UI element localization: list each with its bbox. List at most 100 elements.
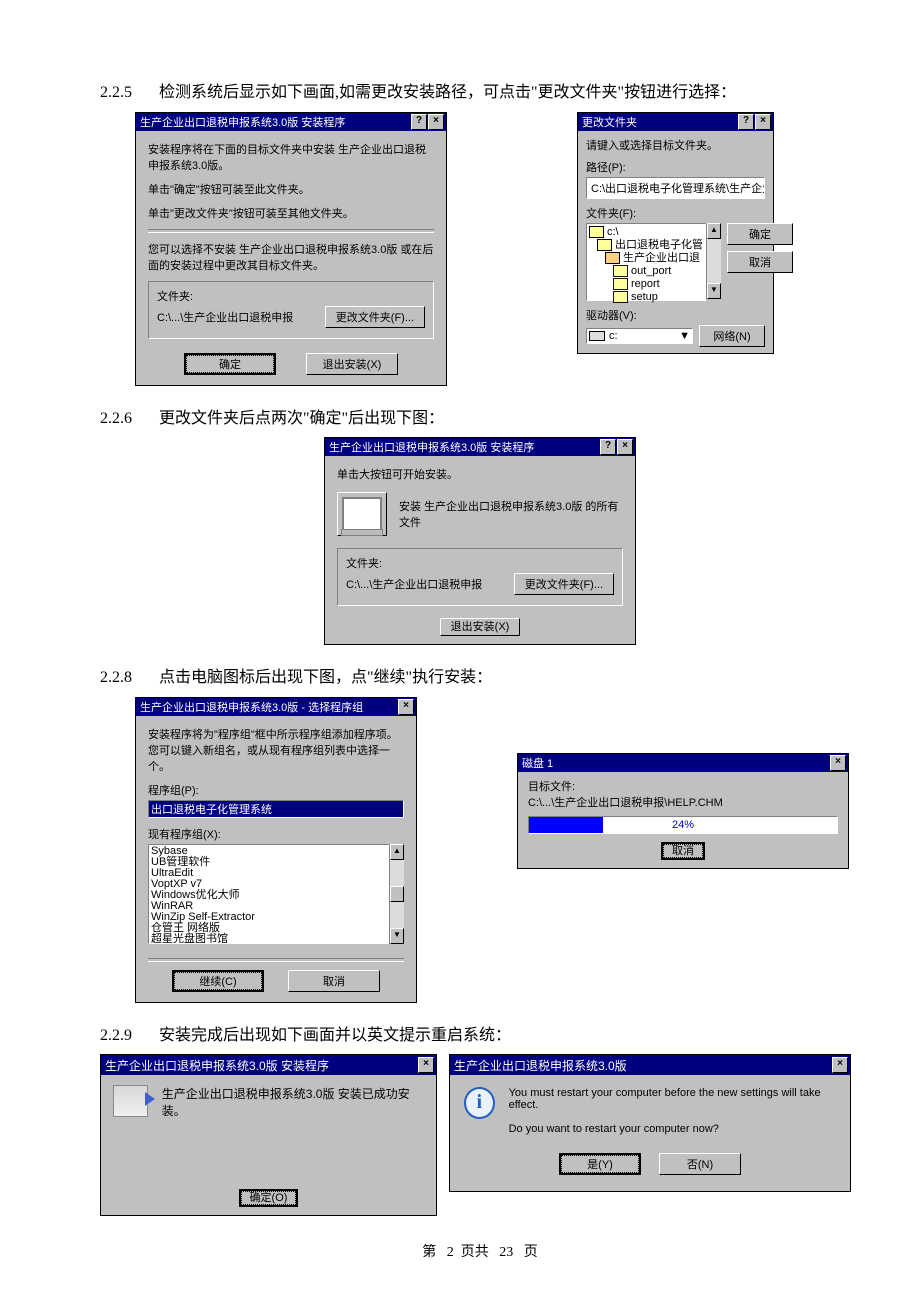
help-icon[interactable]: ?	[600, 439, 616, 455]
section-2-2-9-heading: 2.2.9 安装完成后出现如下画面并以英文提示重启系统：	[100, 1023, 860, 1049]
section-num: 2.2.9	[100, 1023, 155, 1049]
folder-closed-icon	[613, 265, 628, 277]
program-group-label: 程序组(P):	[148, 782, 404, 798]
scrollbar[interactable]: ▲ ▼	[389, 844, 404, 944]
install-target-dialog: 生产企业出口退税申报系统3.0版 安装程序 ? × 安装程序将在下面的目标文件夹…	[135, 112, 447, 386]
existing-groups-label: 现有程序组(X):	[148, 826, 404, 842]
progress-percent: 24%	[529, 817, 837, 833]
folder-open-icon	[589, 226, 604, 238]
drives-label: 驱动器(V):	[586, 307, 765, 323]
no-button[interactable]: 否(N)	[659, 1153, 741, 1175]
cancel-button[interactable]: 取消	[288, 970, 380, 992]
dialog-text: 单击"更改文件夹"按钮可装至其他文件夹。	[148, 205, 434, 221]
cancel-button[interactable]: 取消	[727, 251, 793, 273]
dialog-desc: 安装程序将为"程序组"框中所示程序组添加程序项。您可以键入新组名，或从现有程序组…	[148, 726, 404, 774]
close-icon[interactable]: ×	[617, 439, 633, 455]
section-text: 点击电脑图标后出现下图，点"继续"执行安装：	[159, 669, 492, 686]
close-icon[interactable]: ×	[418, 1057, 434, 1073]
computer-icon	[342, 497, 382, 531]
restart-prompt-dialog: 生产企业出口退税申报系统3.0版 × i You must restart yo…	[449, 1054, 851, 1192]
existing-groups-list[interactable]: Sybase UB管理软件 UltraEdit VoptXP v7 Window…	[148, 844, 389, 944]
change-folder-dialog: 更改文件夹 ? × 请键入或选择目标文件夹。 路径(P): C:\出口退税电子化…	[577, 112, 774, 354]
big-install-text: 安装 生产企业出口退税申报系统3.0版 的所有文件	[399, 498, 623, 530]
dialog-title: 生产企业出口退税申报系统3.0版 安装程序	[105, 1057, 329, 1074]
dialog-title: 生产企业出口退税申报系统3.0版 安装程序	[329, 439, 534, 455]
success-message: 生产企业出口退税申报系统3.0版 安装已成功安装。	[162, 1085, 424, 1119]
change-folder-button[interactable]: 更改文件夹(F)...	[514, 573, 614, 595]
folder-label: 文件夹:	[346, 555, 614, 571]
page-number: 2	[447, 1245, 454, 1260]
section-num: 2.2.5	[100, 80, 155, 106]
folder-path: C:\...\生产企业出口退税申报	[157, 309, 315, 325]
close-icon[interactable]: ×	[398, 699, 414, 715]
folders-label: 文件夹(F):	[586, 205, 765, 221]
restart-msg-1: You must restart your computer before th…	[509, 1087, 836, 1111]
progress-dialog: 磁盘 1 × 目标文件: C:\...\生产企业出口退税申报\HELP.CHM …	[517, 753, 849, 869]
dialog-title: 生产企业出口退税申报系统3.0版	[454, 1057, 627, 1074]
ok-button[interactable]: 确定	[184, 353, 276, 375]
help-icon[interactable]: ?	[411, 114, 427, 130]
change-folder-button[interactable]: 更改文件夹(F)...	[325, 306, 425, 328]
continue-button[interactable]: 继续(C)	[172, 970, 264, 992]
section-2-2-8-heading: 2.2.8 点击电脑图标后出现下图，点"继续"执行安装：	[100, 665, 860, 691]
program-group-dialog: 生产企业出口退税申报系统3.0版 - 选择程序组 × 安装程序将为"程序组"框中…	[135, 697, 417, 1003]
close-icon[interactable]: ×	[832, 1057, 848, 1073]
drive-icon	[589, 331, 605, 341]
dialog-hint: 单击大按钮可开始安装。	[337, 466, 623, 482]
list-item[interactable]: 超星光盘图书馆	[151, 934, 386, 944]
start-install-dialog: 生产企业出口退税申报系统3.0版 安装程序 ? × 单击大按钮可开始安装。 安装…	[324, 437, 636, 645]
path-label: 路径(P):	[586, 159, 765, 175]
path-input[interactable]: C:\出口退税电子化管理系统\生产企业	[586, 177, 765, 199]
cancel-button[interactable]: 取消	[661, 842, 705, 860]
restart-msg-2: Do you want to restart your computer now…	[509, 1123, 836, 1135]
program-group-input[interactable]: 出口退税电子化管理系统	[148, 800, 404, 818]
close-icon[interactable]: ×	[428, 114, 444, 130]
close-icon[interactable]: ×	[755, 114, 771, 130]
dialog-title: 生产企业出口退税申报系统3.0版 安装程序	[140, 114, 345, 130]
exit-install-button[interactable]: 退出安装(X)	[440, 618, 521, 636]
folder-tree[interactable]: c:\ 出口退税电子化管 生产企业出口退 out_port report set…	[586, 223, 706, 301]
network-button[interactable]: 网络(N)	[699, 325, 765, 347]
section-text: 更改文件夹后点两次"确定"后出现下图：	[159, 410, 444, 427]
scrollbar[interactable]: ▲ ▼	[706, 223, 721, 299]
setup-icon	[113, 1085, 148, 1117]
exit-install-button[interactable]: 退出安装(X)	[306, 353, 398, 375]
section-2-2-6-heading: 2.2.6 更改文件夹后点两次"确定"后出现下图：	[100, 406, 860, 432]
section-num: 2.2.6	[100, 406, 155, 432]
scroll-thumb[interactable]	[390, 886, 404, 902]
section-text: 检测系统后显示如下画面,如需更改安装路径，可点击"更改文件夹"按钮进行选择：	[159, 80, 839, 106]
scroll-down-icon[interactable]: ▼	[390, 928, 404, 944]
chevron-down-icon: ▼	[679, 330, 690, 342]
page-footer: 第 2 页共 23 页	[100, 1241, 860, 1261]
help-icon[interactable]: ?	[738, 114, 754, 130]
progress-bar: 24%	[528, 816, 838, 834]
scroll-up-icon[interactable]: ▲	[707, 223, 721, 239]
dialog-text: 安装程序将在下面的目标文件夹中安装 生产企业出口退税申报系统3.0版。	[148, 141, 434, 173]
page-total: 23	[499, 1245, 513, 1260]
folder-path: C:\...\生产企业出口退税申报	[346, 576, 504, 592]
folder-selected-icon	[605, 252, 620, 264]
dialog-text: 单击"确定"按钮可装至此文件夹。	[148, 181, 434, 197]
drive-select[interactable]: c: ▼	[586, 328, 693, 344]
scroll-down-icon[interactable]: ▼	[707, 283, 721, 299]
yes-button[interactable]: 是(Y)	[559, 1153, 641, 1175]
folder-open-icon	[597, 239, 612, 251]
folder-label: 文件夹:	[157, 288, 425, 304]
dialog-text: 您可以选择不安装 生产企业出口退税申报系统3.0版 或在后面的安装过程中更改其目…	[148, 241, 434, 273]
dialog-prompt: 请键入或选择目标文件夹。	[586, 137, 765, 153]
install-success-dialog: 生产企业出口退税申报系统3.0版 安装程序 × 生产企业出口退税申报系统3.0版…	[100, 1054, 437, 1216]
target-file-path: C:\...\生产企业出口退税申报\HELP.CHM	[528, 794, 838, 810]
big-install-button[interactable]	[337, 492, 387, 536]
section-num: 2.2.8	[100, 665, 155, 691]
dialog-title: 磁盘 1	[522, 755, 553, 771]
target-file-label: 目标文件:	[528, 778, 838, 794]
dialog-title: 生产企业出口退税申报系统3.0版 - 选择程序组	[140, 699, 363, 715]
ok-button[interactable]: 确定	[727, 223, 793, 245]
folder-closed-icon	[613, 278, 628, 290]
scroll-up-icon[interactable]: ▲	[390, 844, 404, 860]
section-text: 安装完成后出现如下画面并以英文提示重启系统：	[159, 1027, 511, 1044]
section-2-2-5-heading: 2.2.5 检测系统后显示如下画面,如需更改安装路径，可点击"更改文件夹"按钮进…	[100, 80, 860, 106]
folder-closed-icon	[613, 291, 628, 303]
ok-button[interactable]: 确定(O)	[239, 1189, 299, 1207]
close-icon[interactable]: ×	[830, 755, 846, 771]
